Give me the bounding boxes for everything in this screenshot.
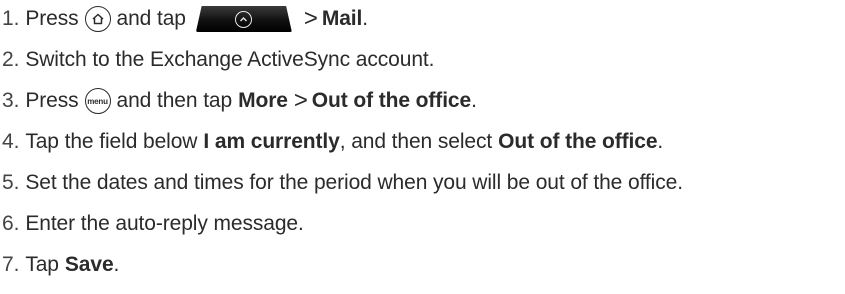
step-bold-text: More [238, 89, 288, 112]
step-bold-text: Out of the office [498, 130, 658, 153]
menu-button-label: menu [87, 96, 108, 106]
step-text: . [113, 253, 120, 276]
step-3: 3. Press menu and then tap More > Out of… [2, 84, 477, 118]
step-6: 6. Enter the auto-reply message. [2, 207, 304, 241]
step-text: , and then select [339, 130, 493, 153]
all-apps-launcher-icon [195, 6, 292, 32]
step-text: Tap [25, 253, 59, 276]
step-number: 4. [2, 130, 20, 153]
step-text: . [657, 130, 664, 153]
step-text: . [362, 7, 369, 30]
step-bold-text: I am currently [203, 130, 340, 153]
step-4: 4. Tap the field below I am currently , … [2, 125, 663, 159]
instruction-steps: 1. Press and tap > Mail . 2. Switch to t… [0, 0, 845, 294]
step-bold-text: Mail [321, 7, 363, 30]
step-number: 1. [2, 7, 20, 30]
step-5: 5. Set the dates and times for the perio… [2, 166, 683, 200]
step-text: and then tap [116, 89, 233, 112]
step-text: Press [25, 89, 79, 112]
menu-button-icon: menu [84, 88, 111, 114]
step-text: . [471, 89, 477, 112]
step-text: Enter the auto-reply message. [25, 212, 304, 235]
menu-separator: > [293, 87, 308, 114]
step-text: Switch to the Exchange ActiveSync accoun… [25, 48, 435, 71]
step-bold-text: Save [64, 253, 114, 276]
step-number: 3. [2, 89, 20, 112]
step-number: 7. [2, 253, 20, 276]
step-1: 1. Press and tap > Mail . [2, 2, 368, 36]
step-number: 2. [2, 48, 20, 71]
step-number: 5. [2, 171, 20, 194]
step-bold-text: Out of the office [311, 89, 472, 112]
home-icon [84, 6, 111, 32]
step-text: Tap the field below [25, 130, 198, 153]
step-7: 7. Tap Save . [2, 248, 119, 282]
step-text: Set the dates and times for the period w… [25, 171, 683, 194]
step-number: 6. [2, 212, 20, 235]
step-text: and tap [116, 7, 186, 30]
step-2: 2. Switch to the Exchange ActiveSync acc… [2, 43, 434, 77]
menu-separator: > [303, 5, 318, 32]
step-text: Press [25, 7, 79, 30]
